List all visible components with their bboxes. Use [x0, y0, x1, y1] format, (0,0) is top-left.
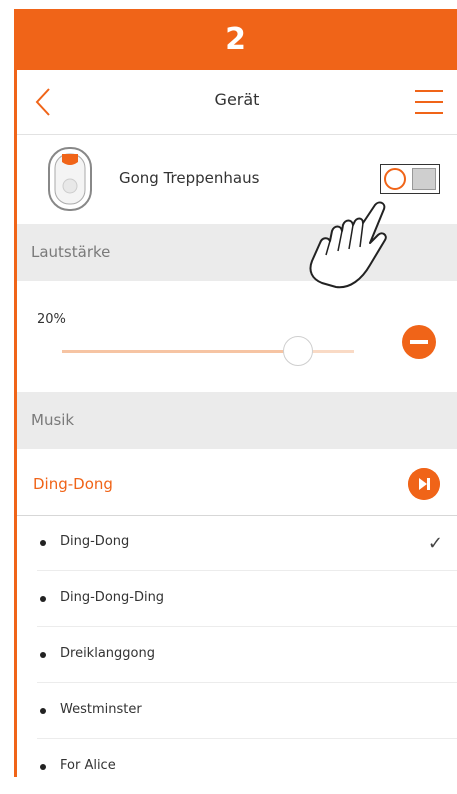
- music-option-label: Ding-Dong-Ding: [60, 590, 165, 605]
- list-item[interactable]: Dreiklanggong: [37, 627, 457, 683]
- top-bar: Gerät: [17, 70, 457, 135]
- music-option-label: For Alice: [60, 758, 116, 773]
- page-title: Gerät: [214, 90, 260, 109]
- bullet-icon: [40, 652, 46, 658]
- music-option-label: Ding-Dong: [60, 534, 130, 549]
- volume-section-label: Lautstärke: [31, 243, 111, 261]
- list-item[interactable]: For Alice: [37, 739, 457, 794]
- bullet-icon: [40, 596, 46, 602]
- gong-device-icon: [48, 147, 92, 211]
- hamburger-menu-icon[interactable]: [415, 90, 443, 114]
- volume-slider-thumb[interactable]: [283, 336, 313, 366]
- step-banner: 2: [14, 9, 457, 70]
- selected-music-label: Ding-Dong: [33, 475, 113, 493]
- app-screen: Gerät Gong Treppenhaus Lautstärke 20% Mu…: [17, 70, 457, 777]
- device-name: Gong Treppenhaus: [119, 169, 260, 187]
- music-section-label: Musik: [31, 411, 75, 429]
- music-options-list: Ding-Dong ✓ Ding-Dong-Ding Dreiklanggong…: [17, 515, 457, 794]
- device-power-toggle[interactable]: [380, 164, 440, 194]
- toggle-knob: [384, 168, 406, 190]
- list-item[interactable]: Westminster: [37, 683, 457, 739]
- selected-music-row[interactable]: Ding-Dong: [17, 455, 457, 516]
- volume-slider-track-filled[interactable]: [62, 350, 292, 353]
- music-section-header: Musik: [17, 392, 457, 449]
- bullet-icon: [40, 764, 46, 770]
- bullet-icon: [40, 708, 46, 714]
- hand-pointer-icon: [309, 201, 387, 289]
- music-option-label: Westminster: [60, 702, 142, 717]
- bullet-icon: [40, 540, 46, 546]
- list-item[interactable]: Ding-Dong ✓: [37, 515, 457, 571]
- checkmark-icon: ✓: [427, 533, 443, 554]
- minus-circle-icon[interactable]: [402, 325, 436, 359]
- volume-slider-track-empty[interactable]: [312, 350, 354, 353]
- music-option-label: Dreiklanggong: [60, 646, 155, 661]
- play-next-icon[interactable]: [408, 468, 440, 500]
- volume-value: 20%: [37, 312, 66, 327]
- toggle-track: [412, 168, 436, 190]
- list-item[interactable]: Ding-Dong-Ding: [37, 571, 457, 627]
- step-number: 2: [225, 22, 246, 57]
